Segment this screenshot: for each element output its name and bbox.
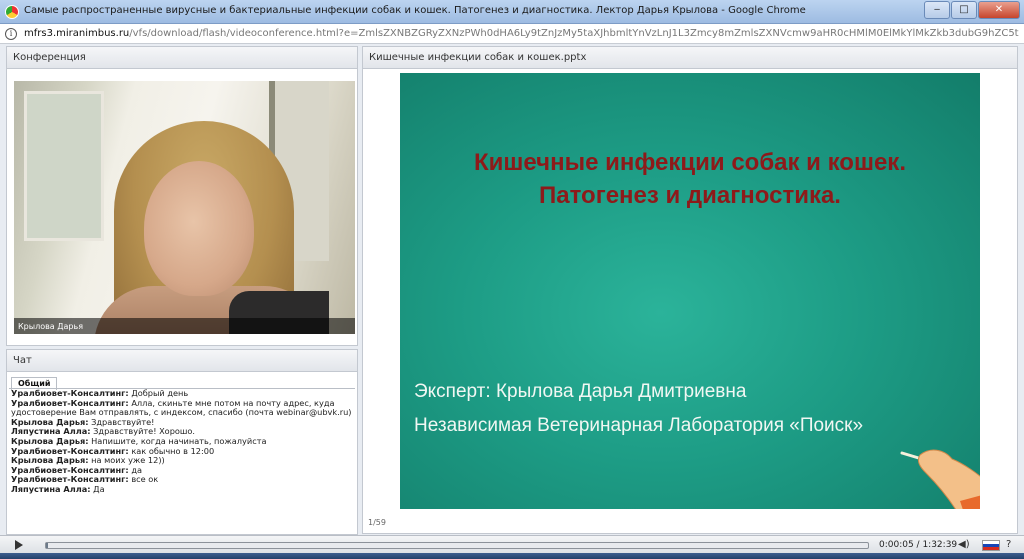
taskbar (0, 553, 1024, 559)
page-count: 1/59 (368, 518, 386, 527)
chalk-hand-icon (900, 449, 980, 509)
speaker-name: Крылова Дарья (14, 318, 355, 334)
slide-lab: Независимая Ветеринарная Лаборатория «По… (414, 415, 864, 436)
presentation-header: Кишечные инфекции собак и кошек.pptx (363, 47, 1017, 69)
slide-title-line1: Кишечные инфекции собак и кошек. (474, 149, 906, 176)
close-button[interactable]: ✕ (978, 1, 1020, 19)
slide-title: Кишечные инфекции собак и кошек. Патоген… (400, 146, 980, 212)
minimize-button[interactable]: ‒ (924, 1, 950, 19)
chat-panel: Чат Общий Уралбиовет-Консалтинг: Добрый … (6, 349, 358, 535)
speaker-face (144, 161, 254, 296)
player-bar: 0:00:05 / 1:32:39 ◀) ? (0, 535, 1024, 553)
slide-expert: Эксперт: Крылова Дарья Дмитриевна (414, 381, 747, 402)
speaker-icon[interactable]: ◀) (958, 539, 970, 550)
conference-header: Конференция (7, 47, 357, 69)
russian-flag-icon[interactable] (982, 540, 1000, 551)
chat-message: Ляпустина Алла: Да (11, 483, 105, 494)
chat-message: Уралбиовет-Консалтинг: Алла, скиньте мне… (11, 397, 352, 418)
background-window (24, 91, 104, 241)
url-host: mfrs3.miranimbus.ru (24, 28, 130, 39)
play-icon[interactable] (15, 540, 23, 550)
slide: Кишечные инфекции собак и кошек. Патоген… (400, 73, 980, 509)
help-icon[interactable]: ? (1006, 539, 1011, 550)
chat-header: Чат (7, 350, 357, 372)
url-text[interactable]: mfrs3.miranimbus.ru/vfs/download/flash/v… (24, 28, 1019, 39)
slide-title-line2: Патогенез и диагностика. (539, 182, 841, 209)
presentation-panel: Кишечные инфекции собак и кошек.pptx Киш… (362, 46, 1018, 534)
chat-log[interactable]: Уралбиовет-Консалтинг: Добрый день Уралб… (9, 388, 355, 533)
video-feed[interactable]: Крылова Дарья (14, 81, 355, 334)
chrome-icon (5, 5, 19, 19)
maximize-button[interactable]: □ (951, 1, 977, 19)
time-display: 0:00:05 / 1:32:39 (879, 540, 958, 550)
url-path: /vfs/download/flash/videoconference.html… (129, 28, 1019, 39)
progress-bar[interactable] (45, 542, 869, 549)
conference-panel: Конференция Крылова Дарья (6, 46, 358, 346)
info-icon[interactable]: i (5, 28, 17, 40)
window-titlebar: Самые распространенные вирусные и бактер… (0, 0, 1024, 24)
progress-fill (46, 543, 49, 548)
address-bar[interactable]: i mfrs3.miranimbus.ru/vfs/download/flash… (0, 24, 1024, 44)
window-controls: ‒ □ ✕ (924, 1, 1020, 19)
window-title: Самые распространенные вирусные и бактер… (24, 5, 806, 16)
